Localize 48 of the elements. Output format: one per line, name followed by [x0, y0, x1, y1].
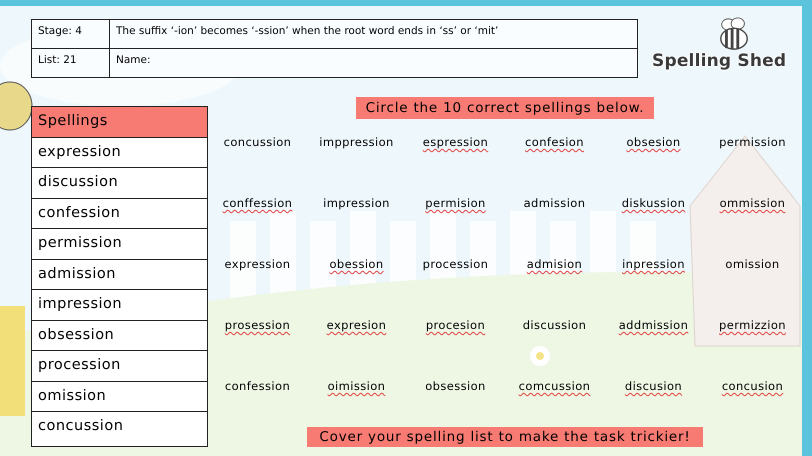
grid-word[interactable]: expression	[224, 257, 291, 275]
grid-word[interactable]: espression	[422, 135, 488, 153]
grid-word[interactable]: permizzion	[719, 318, 786, 336]
grid-word[interactable]: prosession	[224, 318, 290, 336]
grid-word[interactable]: obsesion	[626, 135, 681, 153]
grid-word[interactable]: addmission	[618, 318, 688, 336]
spelling-word: concussion	[37, 417, 124, 436]
grid-word[interactable]: ommission	[720, 196, 786, 214]
grid-word[interactable]: omission	[725, 257, 780, 275]
grid-word[interactable]: obsession	[425, 379, 486, 397]
instruction-banner: Circle the 10 correct spellings below.	[356, 97, 654, 119]
grid-word[interactable]: permision	[425, 196, 486, 214]
grid-word[interactable]: confession	[224, 379, 290, 397]
grid-word[interactable]: admision	[526, 257, 582, 275]
spelling-word: obsession	[32, 320, 207, 351]
grid-word[interactable]: confesion	[525, 135, 584, 153]
grid-word[interactable]: inpression	[622, 257, 685, 275]
rule-text: The suffix ‘-ion’ becomes ‘-ssion’ when the root word ends in ‘ss’ or ‘mit’	[110, 20, 637, 49]
grid-word[interactable]: discussion	[522, 318, 586, 336]
grid-word[interactable]: expresion	[326, 318, 386, 336]
list-label: List: 21	[32, 49, 110, 77]
grid-word[interactable]: impression	[323, 196, 390, 214]
grid-word[interactable]: diskussion	[622, 196, 686, 214]
grid-word[interactable]: comcussion	[518, 379, 590, 397]
spelling-word: confession	[32, 198, 207, 229]
grid-word[interactable]: imppression	[319, 135, 394, 153]
spelling-word: discussion	[32, 168, 207, 198]
stage-label: Stage: 4	[32, 20, 110, 49]
grid-word[interactable]: obession	[329, 257, 384, 275]
grid-word[interactable]: concussion	[224, 135, 292, 153]
grid-word[interactable]: oimission	[328, 379, 386, 397]
name-label: Name:	[115, 53, 152, 68]
grid-word[interactable]: admission	[524, 196, 586, 214]
spelling-word: procession	[32, 351, 207, 382]
grid-word[interactable]: procesion	[426, 318, 486, 336]
spelling-word: admission	[32, 260, 207, 290]
grid-word[interactable]: conffession	[222, 196, 292, 214]
grid-word[interactable]: discusion	[624, 379, 682, 397]
tip-banner: Cover your spelling list to make the task trickier!	[307, 427, 703, 447]
spellings-heading: Spellings	[32, 107, 207, 138]
spelling-word: omission	[32, 382, 207, 412]
grid-word[interactable]: permission	[719, 135, 786, 153]
spelling-word: permission	[32, 229, 207, 260]
logo-text: Spelling Shed	[652, 51, 786, 71]
grid-word[interactable]: procession	[422, 257, 488, 275]
spelling-word: impression	[32, 290, 207, 320]
grid-word[interactable]: concusion	[722, 379, 784, 397]
spelling-word: expression	[32, 138, 207, 168]
